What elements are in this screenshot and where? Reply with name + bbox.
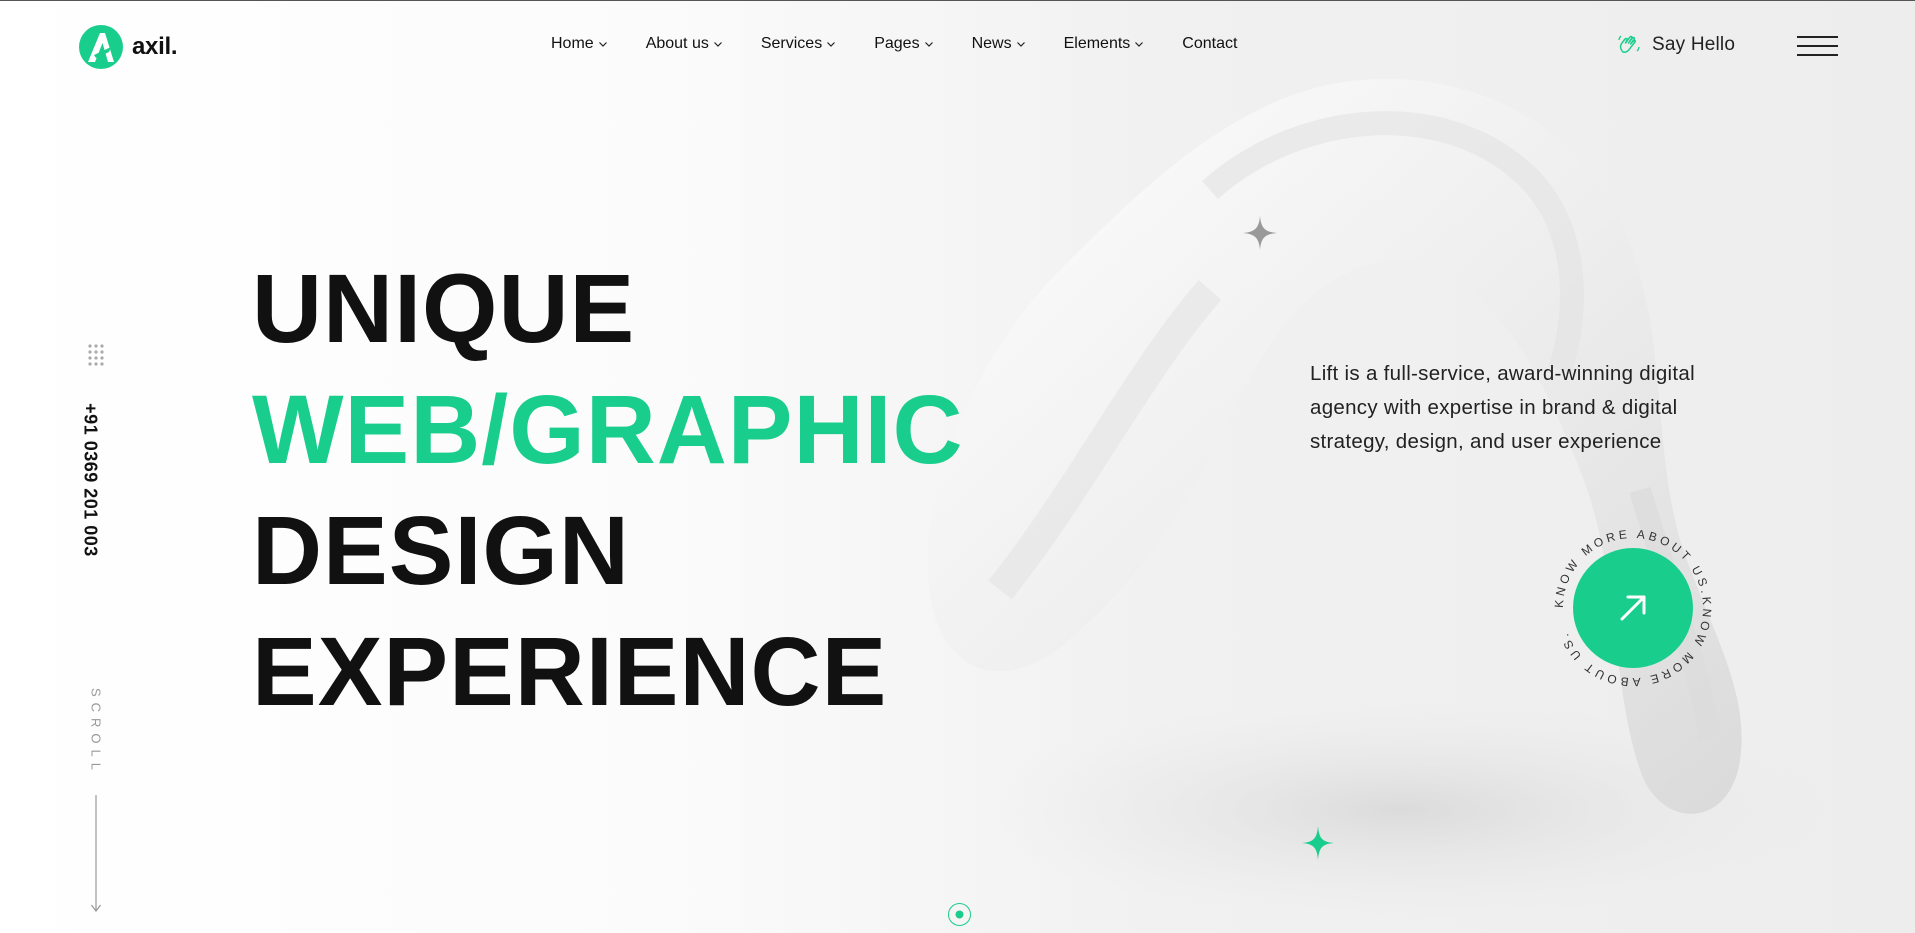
- nav-item-label: Contact: [1182, 35, 1238, 52]
- nav-item-news[interactable]: News: [972, 35, 1026, 53]
- phone-number-link[interactable]: +91 0369 201 003: [78, 392, 102, 568]
- brand-logo[interactable]: axil.: [78, 24, 178, 70]
- sparkle-icon: [1302, 826, 1334, 860]
- scroll-indicator: SCROLL: [86, 682, 106, 782]
- nav-item-elements[interactable]: Elements: [1064, 35, 1145, 53]
- nav-item-label: About us: [645, 35, 709, 52]
- hero-headline: UNIQUE WEB/GRAPHIC DESIGN EXPERIENCE: [252, 248, 964, 732]
- know-more-badge: KNOW MORE ABOUT US.KNOW MORE ABOUT US.: [1552, 527, 1711, 689]
- slide-dot-indicator[interactable]: [947, 902, 972, 927]
- chevron-down-icon: [1135, 42, 1144, 47]
- scroll-label: SCROLL: [88, 687, 104, 777]
- hamburger-icon[interactable]: [1797, 36, 1838, 58]
- know-more-about-us-button[interactable]: KNOW MORE ABOUT US.KNOW MORE ABOUT US.: [1548, 523, 1718, 693]
- chevron-down-icon: [924, 42, 933, 47]
- nav-item-services[interactable]: Services: [761, 35, 836, 53]
- sparkle-icon: [1243, 216, 1277, 250]
- main-nav: Home About us Services Pages News Elemen…: [551, 35, 1237, 53]
- hero-3d-shape: [927, 78, 1830, 920]
- say-hello-label: Say Hello: [1652, 34, 1736, 55]
- site-header: axil. Home About us Services Pages News …: [0, 0, 1915, 92]
- headline-line-2: WEB/GRAPHIC: [252, 375, 964, 484]
- brand-name: axil.: [132, 33, 178, 60]
- nav-item-pages[interactable]: Pages: [874, 35, 933, 53]
- nav-item-label: Services: [760, 35, 823, 52]
- axil-logo-icon: [79, 25, 123, 69]
- nav-item-contact[interactable]: Contact: [1182, 35, 1237, 53]
- chevron-down-icon: [713, 42, 722, 47]
- nav-item-home[interactable]: Home: [551, 35, 608, 53]
- headline-line-1: UNIQUE: [252, 254, 636, 363]
- headline-line-3: DESIGN: [252, 496, 630, 605]
- waving-hand-icon: [1618, 35, 1640, 53]
- headline-line-4: EXPERIENCE: [252, 617, 888, 726]
- nav-item-about-us[interactable]: About us: [646, 35, 723, 53]
- say-hello-button[interactable]: Say Hello: [1616, 32, 1735, 58]
- dots-grid-icon: [88, 344, 104, 366]
- nav-item-label: News: [971, 35, 1012, 52]
- arrow-down-icon[interactable]: [89, 795, 103, 915]
- chevron-down-icon: [827, 42, 836, 47]
- phone-number: +91 0369 201 003: [80, 403, 101, 557]
- nav-item-label: Elements: [1063, 35, 1131, 52]
- nav-item-label: Home: [551, 35, 594, 52]
- nav-item-label: Pages: [874, 35, 920, 52]
- chevron-down-icon: [598, 42, 607, 47]
- chevron-down-icon: [1016, 42, 1025, 47]
- hero-description: Lift is a full-service, award-winning di…: [1310, 362, 1695, 453]
